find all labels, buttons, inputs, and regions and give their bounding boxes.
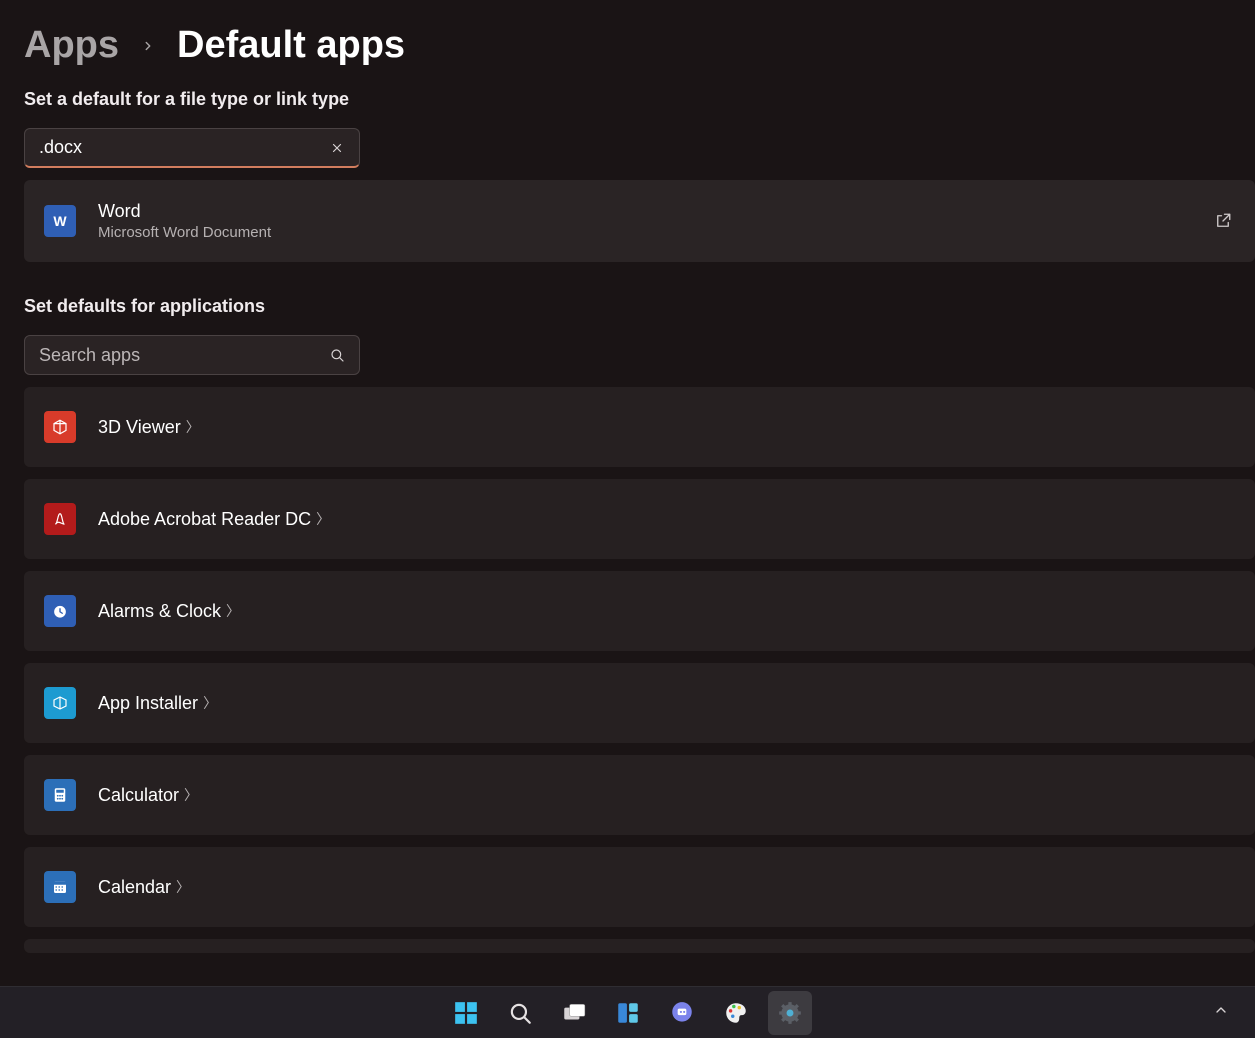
- filetype-section-label: Set a default for a file type or link ty…: [24, 89, 1255, 110]
- chevron-right-icon: 〉: [221, 571, 245, 651]
- app-name: 3D Viewer: [98, 417, 181, 438]
- result-subtitle: Microsoft Word Document: [98, 224, 1211, 241]
- appinstaller-icon: [44, 687, 76, 719]
- app-row-acrobat[interactable]: Adobe Acrobat Reader DC 〉: [24, 479, 1255, 559]
- chevron-right-icon: 〉: [311, 479, 335, 559]
- app-row-partial: [24, 939, 1255, 953]
- taskbar-widgets[interactable]: [606, 991, 650, 1035]
- chevron-right-icon: 〉: [171, 847, 195, 927]
- taskbar-taskview[interactable]: [552, 991, 596, 1035]
- app-row-3dviewer[interactable]: 3D Viewer 〉: [24, 387, 1255, 467]
- app-row-alarms[interactable]: Alarms & Clock 〉: [24, 571, 1255, 651]
- close-icon[interactable]: [325, 136, 349, 160]
- breadcrumb-parent[interactable]: Apps: [24, 24, 119, 67]
- open-external-icon[interactable]: [1211, 181, 1235, 261]
- calendar-icon: [44, 871, 76, 903]
- app-row-appinstaller[interactable]: App Installer 〉: [24, 663, 1255, 743]
- app-row-calendar[interactable]: Calendar 〉: [24, 847, 1255, 927]
- taskbar-paint[interactable]: [714, 991, 758, 1035]
- breadcrumb: Apps Default apps: [24, 24, 1255, 67]
- search-icon[interactable]: [325, 343, 349, 367]
- app-row-calculator[interactable]: Calculator 〉: [24, 755, 1255, 835]
- filetype-search-input[interactable]: [39, 137, 325, 158]
- acrobat-icon: [44, 503, 76, 535]
- app-name: Adobe Acrobat Reader DC: [98, 509, 311, 530]
- apps-search-box[interactable]: [24, 335, 360, 375]
- taskbar-tray-chevron-icon[interactable]: [1213, 1002, 1229, 1023]
- app-name: Calendar: [98, 877, 171, 898]
- result-title: Word: [98, 201, 1211, 222]
- app-name: Alarms & Clock: [98, 601, 221, 622]
- taskbar-search[interactable]: [498, 991, 542, 1035]
- alarms-icon: [44, 595, 76, 627]
- apps-section-label: Set defaults for applications: [24, 296, 1255, 317]
- apps-list: 3D Viewer 〉 Adobe Acrobat Reader DC 〉 Al…: [24, 387, 1255, 986]
- app-name: App Installer: [98, 693, 198, 714]
- word-icon: W: [44, 205, 76, 237]
- taskbar-start[interactable]: [444, 991, 488, 1035]
- apps-search-input[interactable]: [39, 345, 325, 366]
- taskbar: [0, 986, 1255, 1038]
- chevron-right-icon: 〉: [179, 755, 203, 835]
- calculator-icon: [44, 779, 76, 811]
- chevron-right-icon: 〉: [181, 387, 205, 467]
- filetype-result-row[interactable]: W Word Microsoft Word Document: [24, 180, 1255, 262]
- page-title: Default apps: [177, 24, 405, 67]
- filetype-search-box[interactable]: [24, 128, 360, 168]
- taskbar-settings[interactable]: [768, 991, 812, 1035]
- app-name: Calculator: [98, 785, 179, 806]
- taskbar-chat[interactable]: [660, 991, 704, 1035]
- chevron-right-icon: [141, 34, 155, 58]
- chevron-right-icon: 〉: [198, 663, 222, 743]
- 3dviewer-icon: [44, 411, 76, 443]
